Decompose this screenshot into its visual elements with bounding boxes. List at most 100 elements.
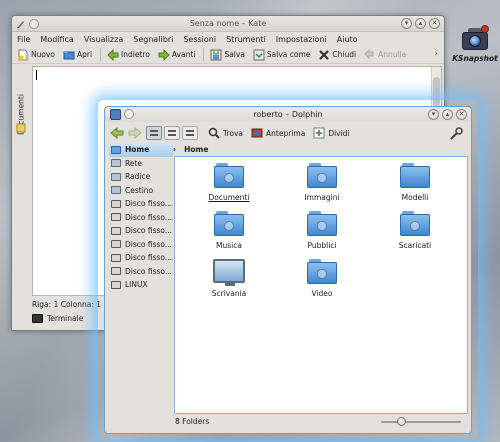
folder-icon — [214, 211, 244, 237]
close-button[interactable]: ✕ — [456, 109, 467, 120]
home-icon — [111, 145, 121, 154]
folder-video[interactable]: Video — [292, 259, 352, 298]
maximize-button[interactable]: ▴ — [415, 18, 426, 29]
folder-pubblici[interactable]: Pubblici — [292, 211, 352, 250]
text-caret — [36, 70, 37, 80]
kate-menubar: File Modifica Visualizza Segnalibri Sess… — [12, 32, 444, 46]
folder-icon — [400, 211, 430, 237]
folder-documenti[interactable]: Documenti — [199, 163, 259, 202]
split-view-icon — [313, 127, 325, 139]
hard-drive-icon — [111, 226, 121, 235]
place-radice[interactable]: Radice — [109, 170, 173, 184]
kate-window-title: Senza nome – Kate — [189, 19, 267, 28]
place-drive[interactable]: Disco fisso... — [109, 224, 173, 238]
dolphin-titlebar[interactable]: roberto – Dolphin ▾ ▴ ✕ — [105, 107, 471, 122]
search-icon — [208, 127, 220, 139]
toolbar-separator — [100, 48, 102, 61]
hard-drive-icon — [111, 213, 121, 222]
place-drive[interactable]: Disco fisso... — [109, 265, 173, 279]
back-button[interactable]: Indietro — [107, 48, 150, 61]
folder-icon — [307, 163, 337, 189]
kate-titlebar[interactable]: Senza nome – Kate ▾ ▴ ✕ — [12, 16, 444, 32]
breadcrumb-home[interactable]: Home — [184, 145, 208, 154]
hard-drive-icon — [111, 253, 121, 262]
folder-icon — [307, 211, 337, 237]
close-button[interactable]: ✕ — [429, 18, 440, 29]
toolbar-separator — [203, 48, 205, 61]
toolbar-overflow-icon[interactable]: › — [434, 49, 438, 59]
folder-count-status: 8 Folders — [175, 417, 210, 426]
folder-scrivania[interactable]: Scrivania — [199, 259, 259, 298]
menu-impostazioni[interactable]: Impostazioni — [276, 35, 327, 44]
place-drive[interactable]: Disco fisso... — [109, 238, 173, 252]
folder-icon — [400, 163, 430, 189]
zoom-slider-handle[interactable] — [397, 417, 406, 426]
dolphin-window-title: roberto – Dolphin — [253, 110, 323, 119]
columns-view-button[interactable] — [182, 126, 198, 140]
camera-icon — [460, 24, 490, 52]
folder-icon — [307, 259, 337, 285]
menu-segnalibri[interactable]: Segnalibri — [133, 35, 173, 44]
undo-button[interactable]: Annulla — [364, 48, 406, 61]
preview-button[interactable]: Anteprima — [251, 127, 305, 139]
hard-drive-icon — [111, 267, 121, 276]
menu-sessioni[interactable]: Sessioni — [183, 35, 216, 44]
settings-wrench-icon[interactable] — [449, 127, 463, 141]
open-folder-icon — [63, 50, 75, 59]
menu-modifica[interactable]: Modifica — [40, 35, 73, 44]
back-arrow-icon[interactable] — [110, 127, 124, 139]
forward-button[interactable]: Avanti — [158, 48, 195, 61]
ksnapshot-desktop-icon[interactable]: KSnapshot — [452, 24, 498, 63]
forward-arrow-icon[interactable] — [128, 127, 142, 139]
folder-musica[interactable]: Musica — [199, 211, 259, 250]
save-button[interactable]: Salva — [210, 49, 245, 61]
place-cestino[interactable]: Cestino — [109, 184, 173, 198]
details-view-button[interactable] — [164, 126, 180, 140]
network-icon — [111, 159, 121, 168]
place-drive[interactable]: Disco fisso... — [109, 251, 173, 265]
preview-icon — [251, 128, 263, 138]
zoom-slider[interactable] — [381, 417, 461, 426]
place-drive[interactable]: Disco fisso... — [109, 197, 173, 211]
chevron-right-icon[interactable]: › — [173, 145, 176, 154]
folder-modelli[interactable]: Modelli — [385, 163, 445, 202]
trash-icon — [111, 186, 121, 195]
undo-icon — [364, 48, 374, 59]
maximize-button[interactable]: ▴ — [442, 109, 453, 120]
save-as-button[interactable]: Salva come — [253, 49, 310, 61]
arrow-right-icon — [158, 48, 170, 61]
minimize-button[interactable]: ▾ — [428, 109, 439, 120]
hard-drive-icon — [111, 280, 121, 289]
close-x-icon — [319, 49, 330, 60]
icons-view-button[interactable] — [146, 126, 162, 140]
place-linux[interactable]: LINUX — [109, 278, 173, 292]
place-home[interactable]: Home — [109, 143, 173, 157]
find-button[interactable]: Trova — [208, 127, 243, 139]
menu-strumenti[interactable]: Strumenti — [226, 35, 266, 44]
terminal-tab[interactable]: Terminale — [32, 314, 83, 323]
menu-file[interactable]: File — [17, 35, 30, 44]
ksnapshot-label: KSnapshot — [452, 54, 498, 63]
place-drive[interactable]: Disco fisso... — [109, 211, 173, 225]
open-button[interactable]: Apri — [63, 49, 92, 61]
folder-scaricati[interactable]: Scaricati — [385, 211, 445, 250]
file-view[interactable]: Documenti Immagini Modelli Musica Pubbli… — [174, 156, 468, 414]
places-panel: Home Rete Radice Cestino Disco fisso... … — [109, 143, 173, 393]
folder-icon — [214, 163, 244, 189]
place-rete[interactable]: Rete — [109, 157, 173, 171]
breadcrumb[interactable]: › Home — [173, 143, 208, 156]
arrow-left-icon — [107, 48, 119, 61]
new-button[interactable]: Nuovo — [17, 49, 55, 61]
folder-immagini[interactable]: Immagini — [292, 163, 352, 202]
menu-visualizza[interactable]: Visualizza — [84, 35, 123, 44]
close-document-button[interactable]: Chiudi — [318, 49, 356, 61]
terminal-icon — [32, 314, 43, 323]
split-button[interactable]: Dividi — [313, 127, 350, 139]
new-document-icon — [18, 49, 28, 60]
save-as-icon — [253, 49, 265, 60]
documents-icon — [16, 123, 26, 133]
minimize-button[interactable]: ▾ — [401, 18, 412, 29]
menu-aiuto[interactable]: Aiuto — [337, 35, 358, 44]
desktop-folder-icon — [213, 259, 245, 286]
kate-toolbar: Nuovo Apri Indietro Avanti Salva Salva c… — [12, 46, 444, 64]
